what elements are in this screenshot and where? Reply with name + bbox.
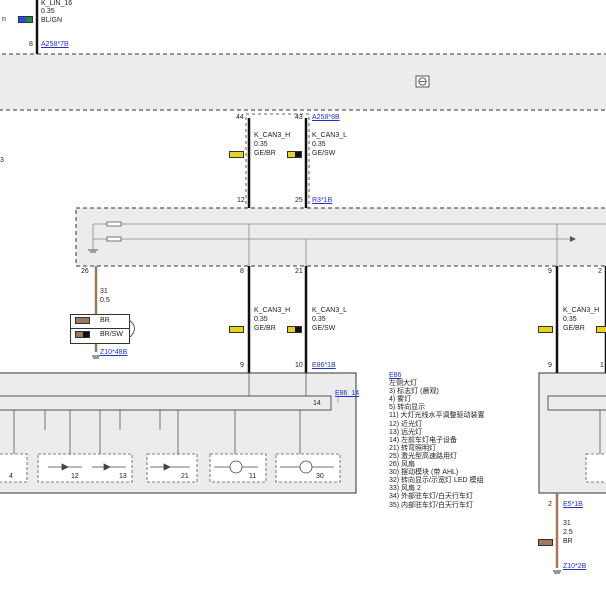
can-mid-pin-l: 10 <box>295 362 303 369</box>
can-top-bottom-connector-link[interactable]: R3*1B <box>312 197 332 205</box>
distributor-box <box>75 207 606 267</box>
can-top-l-swatch <box>287 151 302 158</box>
dist-pin-l: 21 <box>295 268 303 275</box>
lin-pin: 8 <box>29 41 33 48</box>
can-top-connector-box <box>245 113 310 211</box>
ground-br-swatch <box>75 317 90 324</box>
can-mid-pin-h: 9 <box>240 362 244 369</box>
dist-pin-h: 8 <box>240 268 244 275</box>
headlight-pin-30: 30 <box>316 473 324 480</box>
dist-pin-right2: 2 <box>598 268 602 275</box>
legend-item: 35) 内部驻车灯/白天行车灯 <box>389 501 474 509</box>
steering-wheel-icon <box>415 75 430 88</box>
can-top-h-name: K_CAN3_H <box>254 132 291 139</box>
right-ground-code: 31 <box>563 520 571 527</box>
can-top-pin-l: 43 <box>295 114 303 121</box>
lin-color-swatch <box>18 16 33 23</box>
legend-item: 12) 近光灯 <box>389 420 423 428</box>
can-top-l-color: GE/SW <box>312 150 336 157</box>
can-top-h-gauge: 0.35 <box>254 141 268 148</box>
legend-item: 26) 风扇 <box>389 461 416 469</box>
legend-item: 11) 大灯光线水平调整驱动装置 <box>389 412 485 420</box>
ground-code: 31 <box>100 288 108 295</box>
can-mid-h-color: GE/BR <box>254 325 276 332</box>
left-edge-fragment-2: 3 <box>0 157 4 164</box>
ground-connector-link[interactable]: Z10*48B <box>100 349 127 357</box>
legend-subtitle: 左侧大灯 <box>389 380 417 388</box>
can-right-l-swatch <box>596 326 606 333</box>
right-ground-color: BR <box>563 538 573 545</box>
can-mid-l-gauge: 0.35 <box>312 316 326 323</box>
can-right-h-color: GE/BR <box>563 325 585 332</box>
legend-item: 25) 激光型高速路用灯 <box>389 452 458 460</box>
can-top-bottom-pin-l: 25 <box>295 197 303 204</box>
can-top-connector-link[interactable]: A258*8B <box>312 114 340 122</box>
legend-item: 34) 外部驻车灯/白天行车灯 <box>389 493 474 501</box>
can-mid-connector-link[interactable]: E86*1B <box>312 362 336 370</box>
legend-item: 21) 转弯照明灯 <box>389 444 437 452</box>
headlight-pin-12: 12 <box>71 473 79 480</box>
can-mid-l-swatch <box>287 326 302 333</box>
component-legend: E86 左侧大灯 3) 标志灯 (晨观) 4) 雾灯 5) 转向显示 11) 大… <box>389 372 485 510</box>
ground-gauge: 0.5 <box>100 297 110 304</box>
can-mid-h-name: K_CAN3_H <box>254 307 291 314</box>
legend-item: 14) 左前车灯电子设备 <box>389 436 458 444</box>
headlight-subconnector-link[interactable]: E86_14 <box>335 390 359 398</box>
right-ground-gauge: 2.5 <box>563 529 573 536</box>
can-top-h-swatch <box>229 151 244 158</box>
can-top-l-name: K_CAN3_L <box>312 132 348 139</box>
can-right-h-name: K_CAN3_H <box>563 307 600 314</box>
headlight-pin-4: 4 <box>9 473 13 480</box>
can-top-pin-h: 44 <box>236 114 244 121</box>
left-edge-fragment: n <box>2 16 6 23</box>
ground-brsw-swatch <box>75 331 90 338</box>
can-right-pin: 9 <box>548 362 552 369</box>
right-ground-connector-link[interactable]: Z10*2B <box>563 563 586 571</box>
lin-wire-name: K_LIN_16 <box>41 0 73 7</box>
headlight-pin-13: 13 <box>119 473 127 480</box>
ground-color-b: BR/SW <box>100 331 123 338</box>
can-right-pin2: 1 <box>600 362 604 369</box>
lin-wire-gauge: 0.35 <box>41 8 55 15</box>
can-top-bottom-pin-h: 12 <box>237 197 245 204</box>
right-ground-swatch <box>538 539 553 546</box>
right-ground-connector-top-link[interactable]: E5*1B <box>563 501 583 509</box>
legend-item: 30) 摆动模块 (带 AHL) <box>389 469 459 477</box>
lin-wire-color: BL/GN <box>41 17 63 24</box>
can-mid-l-name: K_CAN3_L <box>312 307 348 314</box>
ground-color-a: BR <box>100 317 110 324</box>
can-right-h-gauge: 0.35 <box>563 316 577 323</box>
can-mid-h-swatch <box>229 326 244 333</box>
dist-pin-right: 9 <box>548 268 552 275</box>
lin-connector-link[interactable]: A258*7B <box>41 41 69 49</box>
wiring-diagram <box>0 0 606 574</box>
headlight-pin-11: 11 <box>249 473 257 480</box>
dist-pin-left: 26 <box>81 268 89 275</box>
can-top-l-gauge: 0.35 <box>312 141 326 148</box>
can-top-h-color: GE/BR <box>254 150 276 157</box>
can-right-h-swatch <box>538 326 553 333</box>
legend-title-link[interactable]: E86 <box>389 372 485 380</box>
can-mid-h-gauge: 0.35 <box>254 316 268 323</box>
headlight-pin-14: 14 <box>313 400 321 407</box>
legend-item: 13) 远光灯 <box>389 428 423 436</box>
module-top-box <box>0 53 606 111</box>
right-ground-pin: 2 <box>548 501 552 508</box>
headlight-pin-21: 21 <box>181 473 189 480</box>
can-mid-l-color: GE/SW <box>312 325 336 332</box>
